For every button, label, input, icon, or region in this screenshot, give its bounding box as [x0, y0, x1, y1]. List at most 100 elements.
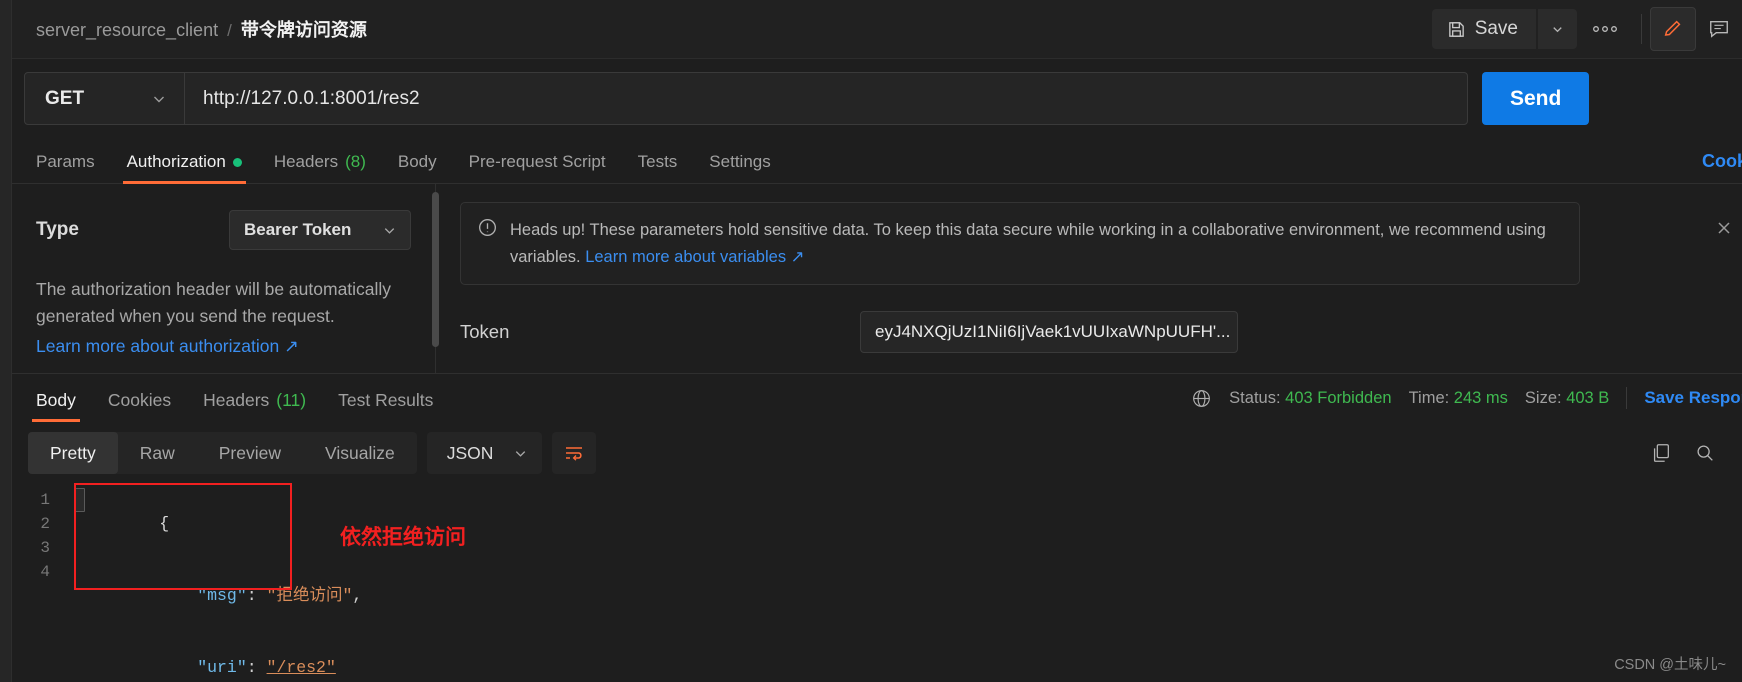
size-label-text: Size: [1524, 388, 1562, 407]
left-rail [0, 0, 12, 682]
tab-headers[interactable]: Headers (8) [258, 152, 382, 183]
chevron-down-icon [513, 446, 528, 461]
breadcrumb-separator: / [227, 21, 232, 40]
response-format-select[interactable]: JSON [426, 432, 543, 474]
save-dropdown-button[interactable] [1538, 9, 1577, 49]
size-label: Size: 403 B [1525, 389, 1609, 408]
chevron-down-icon [151, 91, 167, 107]
annotation-red-note: 依然拒绝访问 [340, 526, 466, 549]
tab-authorization[interactable]: Authorization [111, 152, 258, 184]
code-fold-handle[interactable] [74, 488, 85, 512]
auth-type-label: Type [36, 219, 79, 240]
word-wrap-icon [564, 445, 584, 461]
response-body-viewer[interactable]: 1 2 3 4 { "msg": "拒绝访问", "uri": "/res2" … [12, 481, 1742, 682]
token-label: Token [460, 321, 510, 343]
tab-label: Body [36, 390, 76, 410]
url-input-group: GET http://127.0.0.1:8001/res2 [24, 72, 1468, 125]
method-label: GET [45, 87, 85, 109]
view-tab-raw[interactable]: Raw [118, 432, 197, 474]
response-view-tabs: Pretty Raw Preview Visualize [28, 432, 417, 474]
auth-type-row: Type Bearer Token [36, 210, 411, 250]
pencil-icon [1662, 18, 1684, 40]
authorization-panel: Type Bearer Token The authorization head… [12, 184, 1742, 373]
modified-dot-icon [232, 157, 242, 167]
authorization-left-column: Type Bearer Token The authorization head… [12, 184, 439, 373]
view-tab-pretty[interactable]: Pretty [28, 432, 118, 474]
tab-pre-request-script[interactable]: Pre-request Script [453, 152, 622, 183]
tab-label: Test Results [338, 390, 434, 410]
more-options-button[interactable] [1577, 9, 1633, 49]
status-value: 403 Forbidden [1285, 388, 1392, 407]
floppy-disk-icon [1447, 20, 1466, 39]
auth-type-select[interactable]: Bearer Token [229, 210, 411, 250]
response-meta: Status: 403 Forbidden Time: 243 ms Size:… [1191, 387, 1742, 421]
method-select[interactable]: GET [25, 73, 185, 124]
code-line-2: "msg": "拒绝访问", [64, 560, 362, 632]
toolbar-divider [1641, 14, 1642, 44]
response-action-icons [1650, 442, 1716, 464]
tab-label: Pre-request Script [468, 152, 606, 171]
response-tab-body[interactable]: Body [20, 390, 92, 422]
view-tab-visualize[interactable]: Visualize [303, 432, 417, 474]
time-value: 243 ms [1453, 388, 1508, 407]
response-view-controls: Pretty Raw Preview Visualize JSON [12, 425, 1742, 481]
save-button-group: Save [1431, 9, 1577, 49]
json-open-brace: { [159, 514, 170, 533]
line-number-gutter: 1 2 3 4 [12, 488, 64, 682]
chevron-down-icon [382, 223, 397, 238]
auth-description: The authorization header will be automat… [36, 279, 392, 326]
view-tab-preview[interactable]: Preview [197, 432, 303, 474]
url-input[interactable]: http://127.0.0.1:8001/res2 [185, 73, 1467, 124]
tab-settings[interactable]: Settings [693, 152, 786, 183]
line-number: 2 [40, 515, 50, 533]
tab-tests[interactable]: Tests [622, 152, 694, 183]
tab-badge: (11) [276, 390, 307, 410]
meta-divider [1626, 387, 1628, 409]
code-inner: 1 2 3 4 { "msg": "拒绝访问", "uri": "/res2" … [12, 488, 1742, 682]
line-number: 3 [40, 539, 50, 557]
json-colon: : [246, 586, 267, 605]
auth-learn-more-link[interactable]: Learn more about authorization ↗ [36, 336, 411, 357]
response-tab-headers[interactable]: Headers (11) [187, 390, 322, 421]
tab-label: Headers [273, 152, 339, 171]
status-label-text: Status: [1229, 388, 1281, 407]
breadcrumb: server_resource_client / 带令牌访问资源 [36, 16, 367, 42]
breadcrumb-request-name[interactable]: 带令牌访问资源 [241, 16, 367, 42]
save-button[interactable]: Save [1431, 9, 1536, 49]
code-line-3: "uri": "/res2" [64, 632, 362, 682]
json-key: "msg" [197, 586, 247, 605]
tab-params[interactable]: Params [20, 152, 111, 183]
edit-request-button[interactable] [1650, 7, 1696, 51]
token-input[interactable]: eyJ4NXQjUzI1NiI6IjVaek1vUUIxaWNpUUFH'... [860, 311, 1238, 354]
tab-body[interactable]: Body [382, 152, 453, 183]
cookies-link[interactable]: Cookies [1702, 151, 1742, 183]
close-icon[interactable] [1714, 218, 1734, 238]
top-bar-actions: Save [1431, 0, 1742, 58]
size-value: 403 B [1566, 388, 1610, 407]
comment-button[interactable] [1696, 7, 1742, 51]
sensitive-data-warning: Heads up! These parameters hold sensitiv… [460, 202, 1580, 286]
line-number: 4 [40, 563, 50, 581]
word-wrap-button[interactable] [552, 432, 597, 474]
tab-label: Authorization [126, 152, 226, 171]
breadcrumb-collection[interactable]: server_resource_client [36, 20, 218, 41]
save-response-link[interactable]: Save Response [1644, 388, 1742, 408]
time-label: Time: 243 ms [1409, 389, 1508, 408]
response-tab-cookies[interactable]: Cookies [92, 390, 187, 421]
json-comma: , [352, 586, 363, 605]
response-tab-test-results[interactable]: Test Results [322, 390, 449, 421]
send-button[interactable]: Send [1482, 72, 1590, 125]
tab-label: Headers [203, 390, 270, 410]
tab-label: Settings [709, 152, 771, 171]
tab-label: Params [36, 152, 95, 171]
json-value[interactable]: "/res2" [267, 658, 336, 677]
search-icon[interactable] [1694, 442, 1716, 464]
url-bar: GET http://127.0.0.1:8001/res2 Send [12, 59, 1742, 138]
response-format-value: JSON [446, 442, 494, 463]
comment-icon [1708, 18, 1730, 40]
top-bar: server_resource_client / 带令牌访问资源 Save [12, 0, 1742, 59]
warning-link[interactable]: Learn more about variables ↗ [585, 248, 804, 266]
ellipsis-icon [1592, 25, 1618, 33]
code-line-1: { [64, 488, 362, 560]
copy-icon[interactable] [1650, 442, 1672, 464]
